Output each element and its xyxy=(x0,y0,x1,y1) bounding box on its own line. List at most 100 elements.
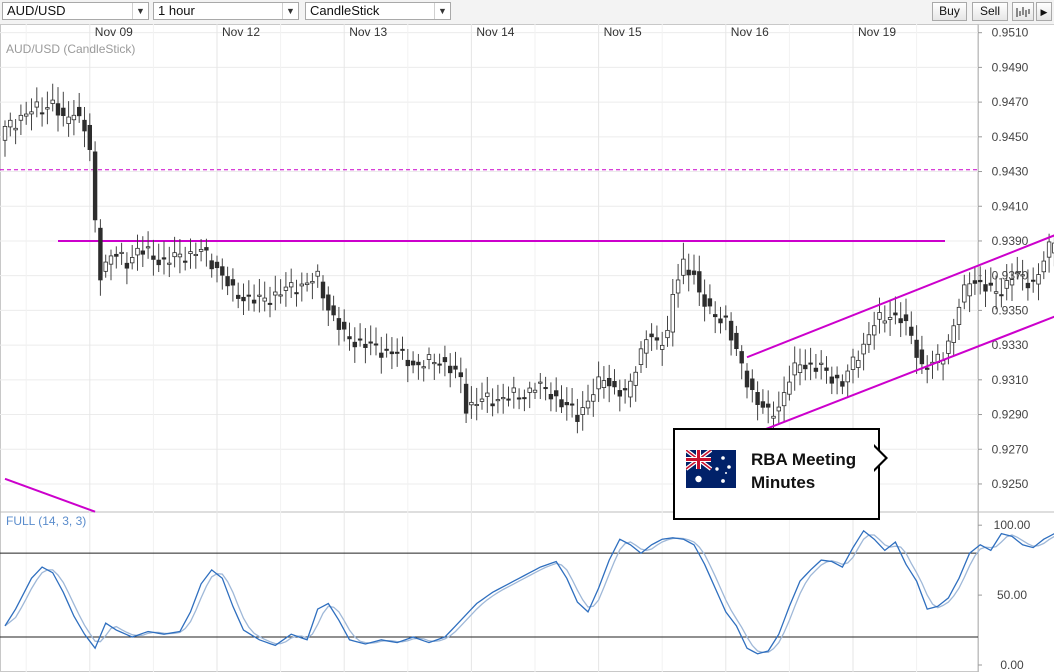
candle-body xyxy=(665,329,670,339)
candle-body xyxy=(617,390,622,397)
candle-body xyxy=(230,279,236,286)
candle-body xyxy=(225,276,230,287)
chevron-down-icon[interactable]: ▼ xyxy=(132,3,148,19)
candle-body xyxy=(877,312,882,320)
candle-body xyxy=(61,107,66,117)
candle-body xyxy=(55,103,61,116)
candle-body xyxy=(612,381,617,388)
callout-line-2: Minutes xyxy=(751,473,816,492)
x-tick-label: Nov 09 xyxy=(95,25,133,39)
osc-y-tick-label: 0.00 xyxy=(1000,658,1024,672)
candle-body xyxy=(416,361,421,366)
candle-body xyxy=(485,392,490,397)
buy-button[interactable]: Buy xyxy=(932,2,967,21)
rba-callout: RBA Meeting Minutes xyxy=(673,428,888,520)
candle-body xyxy=(474,404,479,407)
candle-body xyxy=(251,299,257,304)
callout-line-1: RBA Meeting xyxy=(751,450,857,469)
y-tick-label: 0.9390 xyxy=(992,234,1029,248)
candle-body xyxy=(861,343,866,355)
candle-body xyxy=(670,294,675,333)
candle-body xyxy=(919,349,925,365)
candle-body xyxy=(283,286,289,291)
candle-body xyxy=(39,112,45,115)
oscillator-label: FULL (14, 3, 3) xyxy=(6,514,86,528)
candle-body xyxy=(946,340,951,354)
candle-body xyxy=(1025,282,1031,289)
trend-channel xyxy=(4,234,1054,513)
candle-body xyxy=(336,318,342,330)
y-tick-label: 0.9350 xyxy=(992,303,1029,317)
interval-select[interactable]: 1 hour ▼ xyxy=(153,2,299,20)
candle-body xyxy=(66,116,71,124)
sell-button[interactable]: Sell xyxy=(972,2,1008,21)
chevron-down-icon[interactable]: ▼ xyxy=(282,3,298,19)
fast-k-line xyxy=(4,529,1054,655)
candle-body xyxy=(304,282,310,285)
candle-body xyxy=(326,294,331,311)
candle-body xyxy=(681,258,686,276)
more-button[interactable]: ▶ xyxy=(1036,2,1052,21)
candle-body xyxy=(182,260,188,263)
candle-body xyxy=(119,251,124,254)
indicator-button[interactable] xyxy=(1012,2,1034,21)
candle-body xyxy=(405,359,410,367)
candle-body xyxy=(638,348,644,365)
y-tick-label: 0.9490 xyxy=(992,60,1029,74)
candle-body xyxy=(193,253,198,256)
plot-frame xyxy=(0,24,979,672)
candle-body xyxy=(29,111,34,115)
candle-body xyxy=(389,351,395,355)
candle-body xyxy=(633,371,638,386)
candle-body xyxy=(538,381,543,384)
candle-body xyxy=(591,394,596,402)
candle-body xyxy=(787,381,792,395)
candle-body xyxy=(569,403,575,406)
candle-body xyxy=(797,364,803,373)
chart-toolbar: AUD/USD ▼ 1 hour ▼ CandleStick ▼ Buy Sel… xyxy=(0,0,1054,25)
candle-body xyxy=(887,317,893,320)
candle-body xyxy=(8,119,13,128)
x-tick-label: Nov 14 xyxy=(476,25,514,39)
candle-body xyxy=(601,380,607,388)
candle-body xyxy=(241,296,246,302)
chart-type-select[interactable]: CandleStick ▼ xyxy=(305,2,451,20)
candle-body xyxy=(453,365,458,370)
candle-body xyxy=(660,344,665,350)
candle-body xyxy=(516,397,522,400)
candle-body xyxy=(776,406,781,412)
candle-body xyxy=(140,250,145,255)
candle-body xyxy=(803,364,808,370)
callout-pointer-fill xyxy=(874,447,885,469)
candle-body xyxy=(45,107,50,110)
candle-body xyxy=(347,336,352,340)
chevron-down-icon[interactable]: ▼ xyxy=(434,3,450,19)
candle-body xyxy=(400,348,405,351)
candle-body xyxy=(1041,260,1046,273)
candle-body xyxy=(622,388,628,391)
candle-body xyxy=(819,362,824,365)
candle-body xyxy=(675,279,681,294)
candle-body xyxy=(50,99,55,104)
candle-body xyxy=(437,363,442,366)
candle-body xyxy=(506,398,511,401)
candle-body xyxy=(845,370,850,383)
symbol-select[interactable]: AUD/USD ▼ xyxy=(2,2,149,20)
candle-body xyxy=(262,297,267,302)
candle-body xyxy=(98,227,103,281)
candle-body xyxy=(607,377,612,387)
candle-body xyxy=(204,247,209,251)
candle-body xyxy=(34,101,39,108)
candle-body xyxy=(479,398,485,402)
candle-body xyxy=(999,294,1004,297)
candle-body xyxy=(882,320,887,324)
candle-body xyxy=(1009,279,1015,286)
candle-body xyxy=(135,247,140,256)
candle-body xyxy=(766,403,771,408)
candle-body xyxy=(548,394,554,400)
candle-body xyxy=(124,262,130,269)
y-tick-label: 0.9270 xyxy=(992,442,1029,456)
candle-body xyxy=(500,397,506,400)
candle-body xyxy=(898,318,903,324)
osc-y-tick-label: 50.00 xyxy=(997,588,1027,602)
